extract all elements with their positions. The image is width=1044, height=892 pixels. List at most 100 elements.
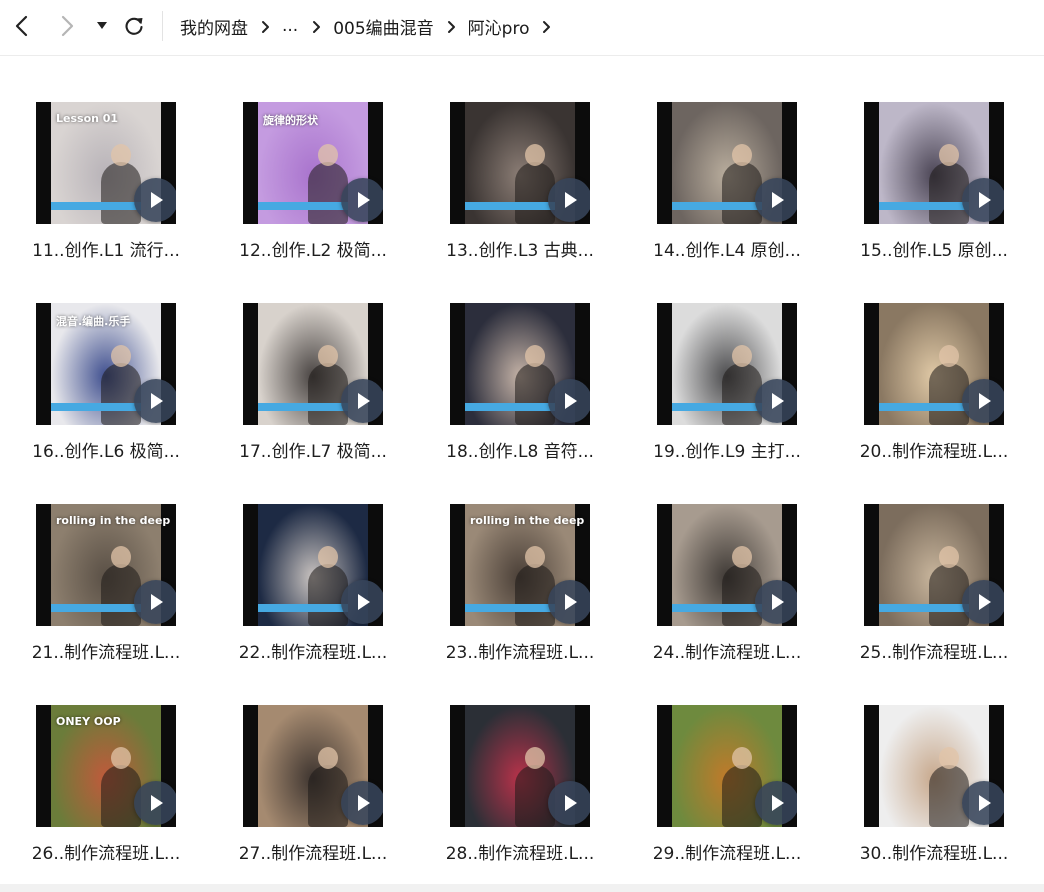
back-button[interactable]	[6, 10, 36, 42]
video-file-tile[interactable]: 旋律的形状 12..创作.L2 极简...	[225, 56, 415, 261]
video-file-tile[interactable]: Lesson 01 11..创作.L1 流行...	[18, 56, 208, 261]
history-dropdown-button[interactable]	[89, 10, 115, 42]
play-button[interactable]	[755, 580, 797, 624]
video-thumbnail[interactable]	[864, 303, 1004, 425]
video-file-tile[interactable]: 28..制作流程班.L...	[432, 659, 622, 864]
play-button[interactable]	[755, 178, 797, 222]
video-thumbnail[interactable]	[450, 303, 590, 425]
breadcrumb: 我的网盘 ... 005编曲混音 阿沁pro	[180, 0, 563, 52]
video-file-tile[interactable]: rolling in the deep 23..制作流程班.L...	[432, 458, 622, 663]
video-file-tile[interactable]: 27..制作流程班.L...	[225, 659, 415, 864]
caret-down-icon	[97, 22, 107, 30]
play-button[interactable]	[962, 178, 1004, 222]
play-button[interactable]	[755, 379, 797, 423]
breadcrumb-item-ellipsis[interactable]: ...	[282, 16, 298, 36]
play-button[interactable]	[134, 379, 176, 423]
video-thumbnail[interactable]	[243, 504, 383, 626]
chevron-right-icon	[61, 15, 75, 37]
toolbar: 我的网盘 ... 005编曲混音 阿沁pro	[0, 0, 1044, 56]
breadcrumb-separator-icon	[261, 19, 270, 33]
file-name-label[interactable]: 27..制作流程班.L...	[213, 839, 413, 864]
play-button[interactable]	[341, 781, 383, 825]
video-file-tile[interactable]: 20..制作流程班.L...	[846, 257, 1036, 462]
play-button[interactable]	[341, 178, 383, 222]
breadcrumb-expand-icon[interactable]	[542, 19, 551, 33]
breadcrumb-item-root[interactable]: 我的网盘	[180, 14, 248, 39]
play-button[interactable]	[548, 580, 590, 624]
video-file-tile[interactable]: 22..制作流程班.L...	[225, 458, 415, 663]
play-button[interactable]	[134, 178, 176, 222]
play-button[interactable]	[341, 580, 383, 624]
file-name-label[interactable]: 30..制作流程班.L...	[834, 839, 1034, 864]
video-thumbnail[interactable]	[450, 102, 590, 224]
play-icon	[355, 392, 371, 410]
play-button[interactable]	[962, 580, 1004, 624]
play-icon	[769, 191, 785, 209]
video-thumbnail[interactable]: rolling in the deep	[36, 504, 176, 626]
play-icon	[769, 392, 785, 410]
video-thumbnail[interactable]	[657, 705, 797, 827]
video-thumbnail[interactable]	[243, 705, 383, 827]
video-file-tile[interactable]: 15..创作.L5 原创...	[846, 56, 1036, 261]
video-thumbnail[interactable]: rolling in the deep	[450, 504, 590, 626]
play-icon	[976, 794, 992, 812]
video-thumbnail[interactable]	[657, 102, 797, 224]
video-file-tile[interactable]: 14..创作.L4 原创...	[639, 56, 829, 261]
video-file-tile[interactable]: 25..制作流程班.L...	[846, 458, 1036, 663]
play-button[interactable]	[134, 781, 176, 825]
play-icon	[976, 593, 992, 611]
file-name-label[interactable]: 29..制作流程班.L...	[627, 839, 827, 864]
video-file-tile[interactable]: 18..创作.L8 音符...	[432, 257, 622, 462]
video-thumbnail[interactable]	[864, 102, 1004, 224]
video-file-tile[interactable]: 17..创作.L7 极简...	[225, 257, 415, 462]
play-icon	[562, 191, 578, 209]
video-file-tile[interactable]: 24..制作流程班.L...	[639, 458, 829, 663]
video-file-tile[interactable]: rolling in the deep 21..制作流程班.L...	[18, 458, 208, 663]
play-button[interactable]	[341, 379, 383, 423]
video-thumbnail[interactable]	[864, 504, 1004, 626]
refresh-icon	[123, 15, 145, 37]
file-name-label[interactable]: 28..制作流程班.L...	[420, 839, 620, 864]
video-thumbnail[interactable]: ONEY OOP	[36, 705, 176, 827]
play-button[interactable]	[962, 379, 1004, 423]
play-button[interactable]	[548, 379, 590, 423]
play-icon	[562, 593, 578, 611]
video-file-tile[interactable]: ONEY OOP 26..制作流程班.L...	[18, 659, 208, 864]
toolbar-divider	[162, 11, 163, 41]
refresh-button[interactable]	[119, 10, 149, 42]
forward-button[interactable]	[53, 10, 83, 42]
video-thumbnail[interactable]	[657, 303, 797, 425]
video-file-tile[interactable]: 混音.编曲.乐手 16..创作.L6 极简...	[18, 257, 208, 462]
video-thumbnail[interactable]: 旋律的形状	[243, 102, 383, 224]
play-icon	[148, 191, 164, 209]
video-thumbnail[interactable]	[450, 705, 590, 827]
thumbnail-caption: rolling in the deep	[470, 514, 585, 527]
breadcrumb-item-current[interactable]: 阿沁pro	[468, 14, 530, 39]
video-file-tile[interactable]: 19..创作.L9 主打...	[639, 257, 829, 462]
play-button[interactable]	[755, 781, 797, 825]
breadcrumb-separator-icon	[312, 19, 321, 33]
thumbnail-caption: 混音.编曲.乐手	[56, 315, 131, 328]
video-thumbnail[interactable]	[864, 705, 1004, 827]
video-thumbnail[interactable]	[657, 504, 797, 626]
play-button[interactable]	[962, 781, 1004, 825]
play-icon	[148, 593, 164, 611]
video-thumbnail[interactable]: 混音.编曲.乐手	[36, 303, 176, 425]
play-icon	[976, 392, 992, 410]
breadcrumb-item-folder[interactable]: 005编曲混音	[333, 14, 433, 39]
file-name-label[interactable]: 26..制作流程班.L...	[6, 839, 206, 864]
chevron-left-icon	[14, 15, 28, 37]
video-thumbnail[interactable]	[243, 303, 383, 425]
play-icon	[769, 593, 785, 611]
file-grid: Lesson 01 11..创作.L1 流行... 旋律的形状 12..创作.L2 极…	[0, 56, 1044, 892]
play-icon	[562, 794, 578, 812]
play-button[interactable]	[548, 781, 590, 825]
play-icon	[355, 794, 371, 812]
play-icon	[769, 794, 785, 812]
video-file-tile[interactable]: 29..制作流程班.L...	[639, 659, 829, 864]
play-button[interactable]	[548, 178, 590, 222]
video-thumbnail[interactable]: Lesson 01	[36, 102, 176, 224]
video-file-tile[interactable]: 13..创作.L3 古典...	[432, 56, 622, 261]
play-button[interactable]	[134, 580, 176, 624]
video-file-tile[interactable]: 30..制作流程班.L...	[846, 659, 1036, 864]
